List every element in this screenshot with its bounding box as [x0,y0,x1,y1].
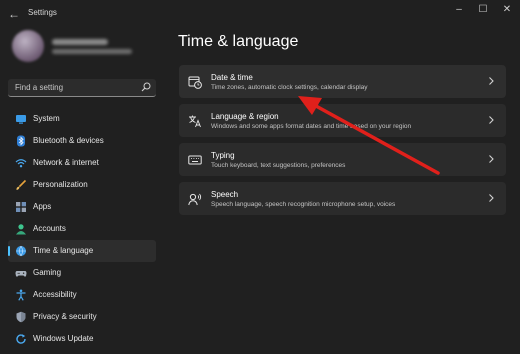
bluetooth-icon [17,135,25,147]
sidebar-item-privacy[interactable]: Privacy & security [8,306,156,328]
sidebar-item-network[interactable]: Network & internet [8,152,156,174]
page-title: Time & language [178,33,299,50]
sidebar-item-label: Windows Update [33,334,94,343]
sidebar-item-bluetooth[interactable]: Bluetooth & devices [8,130,156,152]
sidebar-item-apps[interactable]: Apps [8,196,156,218]
user-email-redacted [52,49,132,54]
card-title: Language & region [211,112,279,121]
title-bar: ← Settings – ☐ ✕ [0,0,520,28]
chevron-right-icon [489,155,494,163]
brush-icon [16,179,27,190]
user-name-redacted [52,39,108,45]
sidebar-item-gaming[interactable]: Gaming [8,262,156,284]
sidebar-item-accessibility[interactable]: Accessibility [8,284,156,306]
sidebar-item-label: Accounts [33,224,66,233]
card-subtitle: Speech language, speech recognition micr… [211,201,396,208]
sidebar-item-accounts[interactable]: Accounts [8,218,156,240]
chevron-right-icon [489,116,494,124]
card-subtitle: Touch keyboard, text suggestions, prefer… [211,162,346,169]
person-icon [16,224,26,235]
active-indicator [8,246,10,256]
sidebar-item-label: Time & language [33,246,94,255]
chevron-right-icon [489,194,494,202]
sidebar-item-system[interactable]: System [8,108,156,130]
shield-icon [16,311,26,323]
sidebar-item-time-language[interactable]: Time & language [8,240,156,262]
sidebar-item-windows-update[interactable]: Windows Update [8,328,156,350]
sidebar-item-label: Network & internet [33,158,99,167]
card-subtitle: Time zones, automatic clock settings, ca… [211,84,368,91]
maximize-button[interactable]: ☐ [472,3,494,17]
settings-card-list: Date & time Time zones, automatic clock … [179,65,506,221]
sidebar-item-label: Bluetooth & devices [33,136,104,145]
back-arrow-icon[interactable]: ← [6,6,22,22]
sidebar-item-label: Apps [33,202,52,211]
card-language-region[interactable]: Language & region Windows and some apps … [179,104,506,137]
clock-calendar-icon [188,76,202,89]
app-title: Settings [28,8,57,17]
speech-icon [188,193,202,206]
wifi-icon [15,159,27,168]
card-subtitle: Windows and some apps format dates and t… [211,123,412,130]
card-title: Speech [211,190,239,199]
search-box[interactable]: Find a setting [8,79,156,97]
globe-clock-icon [16,245,26,257]
language-icon [189,115,201,128]
card-typing[interactable]: Typing Touch keyboard, text suggestions,… [179,143,506,176]
sidebar-item-label: Privacy & security [33,312,97,321]
sidebar-item-label: Personalization [33,180,88,189]
search-icon[interactable] [141,82,151,92]
avatar[interactable] [12,30,44,62]
sidebar-item-personalization[interactable]: Personalization [8,174,156,196]
card-date-time[interactable]: Date & time Time zones, automatic clock … [179,65,506,98]
minimize-button[interactable]: – [448,3,470,17]
apps-icon [16,202,26,212]
gamepad-icon [15,271,27,277]
sidebar-item-label: Accessibility [33,290,77,299]
accessibility-icon [16,289,26,301]
system-icon [16,115,26,124]
card-title: Date & time [211,73,253,82]
sidebar-item-label: Gaming [33,268,62,277]
update-icon [16,334,26,344]
user-profile[interactable] [12,30,152,70]
search-input[interactable]: Find a setting [15,83,63,92]
card-title: Typing [211,151,235,160]
sidebar-item-label: System [33,114,60,123]
sidebar-nav: System Bluetooth & devices Network & int… [8,108,156,350]
close-button[interactable]: ✕ [496,3,518,17]
chevron-right-icon [489,77,494,85]
card-speech[interactable]: Speech Speech language, speech recogniti… [179,182,506,215]
keyboard-icon [188,155,202,165]
